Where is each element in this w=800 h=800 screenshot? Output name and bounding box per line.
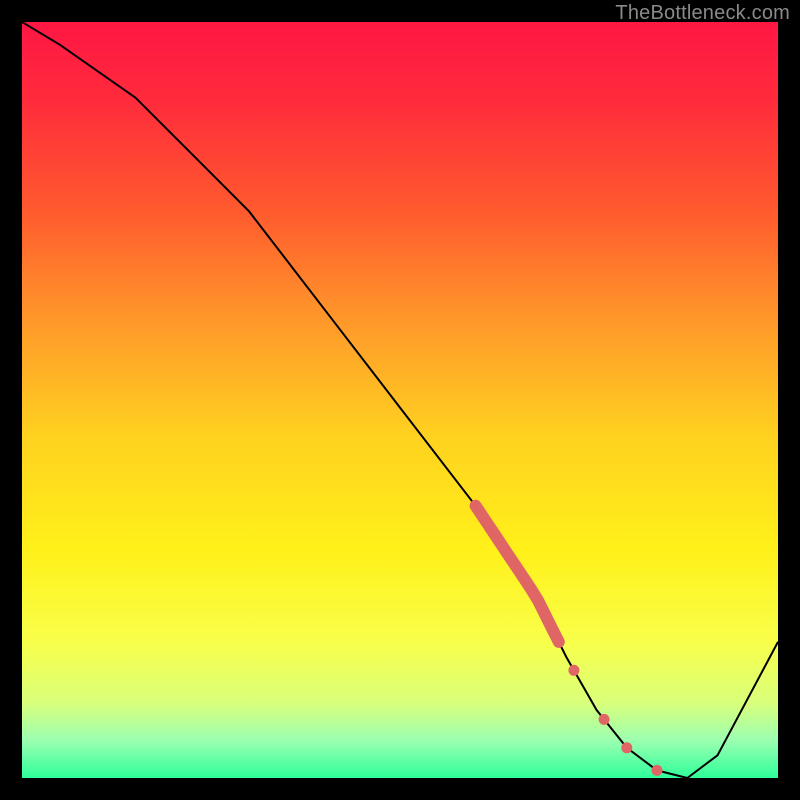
flat-dot — [621, 742, 632, 753]
plot-area — [22, 22, 778, 778]
chart-svg — [22, 22, 778, 778]
flat-dot — [599, 714, 610, 725]
flat-dot — [652, 765, 663, 776]
flat-dot — [568, 665, 579, 676]
gradient-background — [22, 22, 778, 778]
chart-frame: TheBottleneck.com — [0, 0, 800, 800]
